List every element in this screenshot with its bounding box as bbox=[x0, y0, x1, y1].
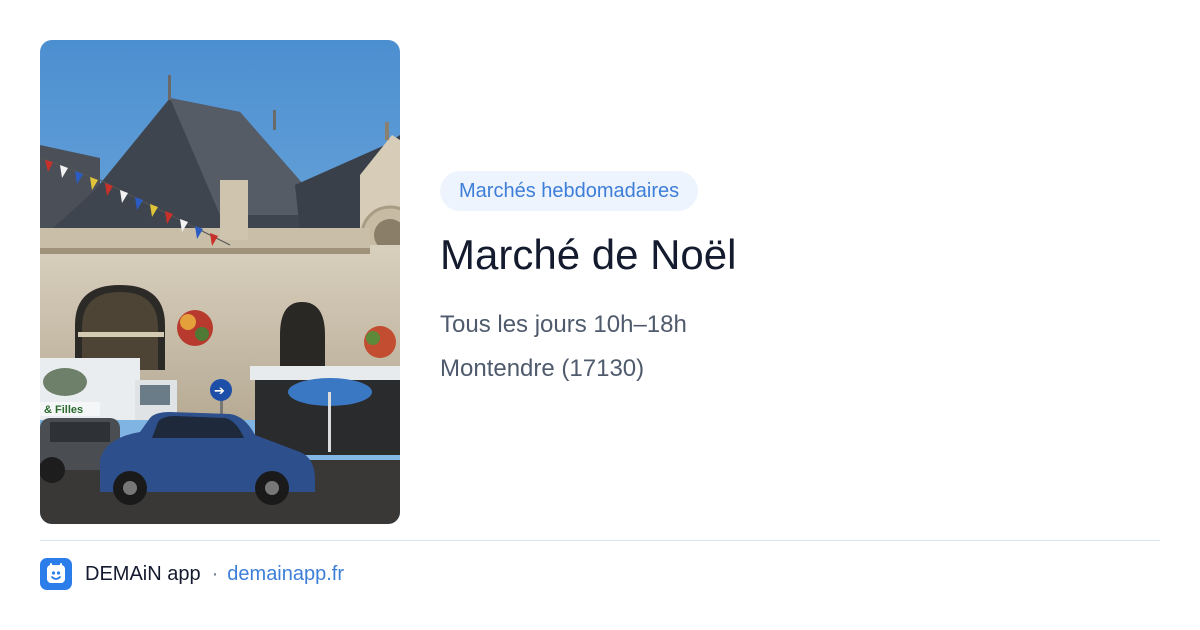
footer-divider bbox=[40, 540, 1160, 541]
truck-sign-text: & Filles bbox=[44, 404, 83, 416]
brand-name: DEMAiN app bbox=[85, 562, 201, 585]
event-location: Montendre (17130) bbox=[440, 355, 645, 382]
category-badge: Marchés hebdomadaires bbox=[440, 171, 699, 211]
event-schedule: Tous les jours 10h–18h bbox=[440, 311, 687, 338]
demain-app-icon bbox=[40, 558, 72, 590]
domain-link[interactable]: demainapp.fr bbox=[227, 563, 344, 586]
event-photo: & Filles ➔ bbox=[40, 40, 400, 524]
event-title: Marché de Noël bbox=[440, 231, 737, 278]
share-card: & Filles ➔ Marchés hebdomadaires Marché … bbox=[0, 0, 1200, 630]
footer: DEMAiN app · demainapp.fr bbox=[40, 558, 344, 590]
event-info: Marchés hebdomadaires Marché de Noël Tou… bbox=[440, 171, 1160, 384]
footer-separator: · bbox=[211, 562, 219, 585]
svg-text:➔: ➔ bbox=[214, 384, 225, 399]
